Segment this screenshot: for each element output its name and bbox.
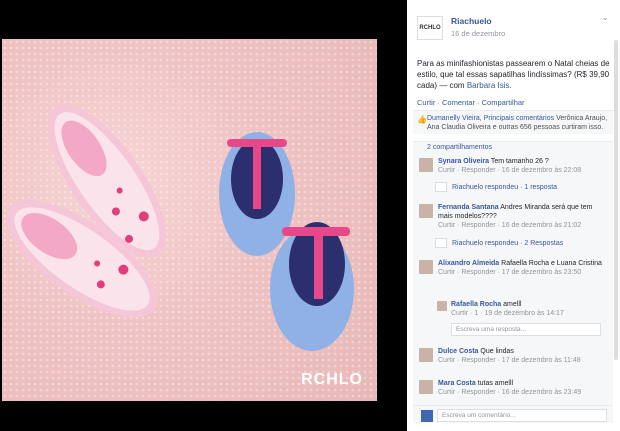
comment-author[interactable]: Fernanda Santana (438, 204, 499, 211)
comment-text: Rafaella Rocha e Luana Cristina (501, 260, 602, 267)
comment-author[interactable]: Synara Oliveira (438, 158, 489, 165)
options-icon[interactable]: ⌄ (601, 12, 609, 23)
reply-meta[interactable]: Curtir · 1 · 19 de dezembro às 14:17 (451, 309, 601, 318)
comments-list: Synara Oliveira Tem tamanho 26 ? Curtir … (413, 153, 613, 407)
likers-link[interactable]: Dumanelly Vieira, (427, 115, 482, 122)
post-actions: Curtir · Comentar · Compartilhar (417, 98, 525, 107)
current-user-avatar (421, 410, 433, 422)
reply-text: amelll (503, 301, 522, 308)
tagged-person-link[interactable]: Barbara Isis. (467, 81, 512, 90)
post-text: Para as minifashionistas passearem o Nat… (417, 58, 610, 91)
comment-author[interactable]: Mara Costa (438, 380, 476, 387)
like-thumb-icon: 👍 (417, 115, 427, 124)
with-prefix: — com (439, 81, 465, 90)
comment-text: tutas amelll (477, 380, 514, 387)
page-mini-logo (435, 238, 447, 248)
reply-author[interactable]: Rafaella Rocha (451, 301, 501, 308)
photo-viewer: RCHLO (0, 0, 407, 431)
denim-shoes-image (219, 132, 354, 351)
post-header: RCHLO Riachuelo 16 de dezembro ⌄ (413, 10, 613, 44)
reply-author[interactable]: Riachuelo (452, 240, 483, 247)
floral-shoes-image (7, 104, 166, 318)
reply-input[interactable]: Escreva uma resposta... (451, 323, 601, 336)
reply-summary[interactable]: Riachuelo respondeu · 1 resposta (435, 182, 595, 192)
post-date[interactable]: 16 de dezembro (451, 29, 505, 38)
reply-count[interactable]: respondeu · 1 resposta (485, 184, 557, 191)
avatar[interactable] (437, 301, 447, 311)
comment-text: Que lindas (480, 348, 514, 355)
comment-button[interactable]: Comentar (442, 98, 475, 107)
page-name-link[interactable]: Riachuelo (451, 16, 492, 26)
avatar[interactable] (419, 380, 433, 394)
share-button[interactable]: Compartilhar (482, 98, 525, 107)
comment-text: Tem tamanho 26 ? (490, 158, 549, 165)
post-photo: RCHLO (2, 39, 377, 401)
post-sidebar: RCHLO Riachuelo 16 de dezembro ⌄ Para as… (407, 0, 620, 431)
comment-author[interactable]: Dulce Costa (438, 348, 478, 355)
comment-meta[interactable]: Curtir · Responder · 17 de dezembro às 2… (438, 268, 608, 277)
comment-meta[interactable]: Curtir · Responder · 16 de dezembro às 2… (438, 388, 608, 397)
sidebar-scrollbar[interactable] (614, 40, 618, 360)
comment-meta[interactable]: Curtir · Responder · 16 de dezembro às 2… (438, 221, 608, 230)
likes-summary: 👍 Dumanelly Vieira, Principais comentári… (413, 110, 613, 134)
like-button[interactable]: Curtir (417, 98, 435, 107)
comment-meta[interactable]: Curtir · Responder · 17 de dezembro às 1… (438, 356, 608, 365)
reply-summary[interactable]: Riachuelo respondeu · 2 Respostas (435, 238, 595, 248)
avatar[interactable] (419, 158, 433, 172)
avatar[interactable] (419, 348, 433, 362)
shares-link[interactable]: 2 compartilhamentos (413, 141, 613, 153)
comment-composer: Escreva um comentário... (413, 405, 613, 423)
comment-author[interactable]: Alixandro Almeida (438, 260, 499, 267)
photo-watermark: RCHLO (301, 371, 363, 388)
avatar[interactable] (419, 260, 433, 274)
reply-count[interactable]: respondeu · 2 Respostas (485, 240, 563, 247)
reply-author[interactable]: Riachuelo (452, 184, 483, 191)
top-comments-toggle[interactable]: Principais comentários (484, 115, 554, 122)
page-logo[interactable]: RCHLO (417, 16, 443, 40)
page-mini-logo (435, 182, 447, 192)
comment-input[interactable]: Escreva um comentário... (437, 409, 607, 422)
avatar[interactable] (419, 204, 433, 218)
comment-meta[interactable]: Curtir · Responder · 16 de dezembro às 2… (438, 166, 608, 175)
